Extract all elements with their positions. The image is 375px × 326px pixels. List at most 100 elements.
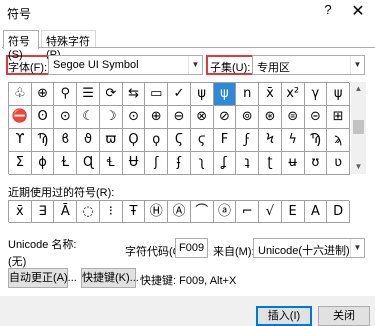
symbol-cell[interactable]: ☽ [99, 106, 123, 129]
symbol-cell[interactable]: x² [281, 83, 305, 106]
symbol-cell[interactable]: Ϝ [213, 129, 237, 152]
font-label: 字体(F): [8, 62, 48, 74]
subset-label: 子集(U): [210, 62, 251, 74]
tab-special-characters[interactable]: 特殊字符(P) [41, 30, 96, 61]
symbol-cell[interactable]: n [236, 83, 260, 106]
chevron-down-icon: ▼ [188, 56, 202, 74]
symbol-cell[interactable]: ϐ [54, 129, 78, 152]
symbol-cell[interactable]: ψ [213, 83, 237, 106]
symbol-cell[interactable]: ✓ [168, 83, 191, 106]
recent-symbol-cell[interactable]: ⌐ [236, 201, 260, 223]
symbol-cell[interactable]: ⚲ [54, 83, 78, 106]
symbol-cell[interactable]: ⊕ [145, 106, 169, 129]
symbol-cell[interactable]: ⊖ [168, 106, 191, 129]
close-window-button[interactable]: ✕ [349, 1, 367, 21]
recent-symbol-cell[interactable]: ⁝ [99, 201, 123, 223]
symbol-cell[interactable]: ɸ [31, 152, 55, 175]
symbol-cell[interactable]: Ɬ [99, 152, 123, 175]
scroll-down-icon[interactable]: ▼ [351, 160, 366, 174]
recent-symbol-cell[interactable]: Ŧ [122, 201, 146, 223]
symbol-cell[interactable]: ϛ [190, 129, 214, 152]
symbol-cell[interactable]: ʘ [31, 106, 55, 129]
symbol-cell[interactable]: Ɋ [77, 152, 100, 175]
symbol-cell[interactable]: ⊚ [236, 106, 260, 129]
symbol-cell[interactable]: Ϡ [304, 129, 328, 152]
recent-symbol-cell[interactable]: x̄ [9, 201, 32, 223]
recent-symbol-cell[interactable]: D [327, 201, 350, 223]
scroll-up-icon[interactable]: ▲ [351, 82, 366, 96]
from-label: 来自(M): [213, 246, 255, 258]
symbol-cell[interactable]: ʃ [145, 152, 169, 175]
symbol-grid-scrollbar[interactable]: ▲ ▼ [351, 82, 366, 174]
close-button[interactable]: 关闭 [318, 306, 370, 326]
symbol-cell[interactable]: ☾ [77, 106, 100, 129]
subset-select[interactable]: 专用区 ▼ [252, 55, 365, 75]
symbol-cell[interactable]: ⊝ [304, 106, 328, 129]
symbol-cell[interactable]: ϖ [99, 129, 123, 152]
from-select[interactable]: Unicode(十六进制) ▼ [253, 238, 365, 258]
symbol-cell[interactable]: ⊞ [327, 106, 350, 129]
font-select[interactable]: Segoe UI Symbol ▼ [48, 55, 203, 75]
symbol-cell[interactable]: ⊜ [281, 106, 305, 129]
recent-symbols-label: 近期使用过的符号(R): [8, 187, 115, 199]
autocorrect-button[interactable]: 自动更正(A)... [8, 268, 77, 288]
recent-symbol-cell[interactable]: ⌒ [190, 201, 214, 223]
recent-symbol-cell[interactable]: E [281, 201, 305, 223]
symbol-cell[interactable]: ʅ [190, 152, 214, 175]
recent-symbol-cell[interactable]: ⓐ [213, 201, 237, 223]
symbol-cell[interactable]: ☰ [77, 83, 100, 106]
symbol-cell[interactable]: ψ [190, 83, 214, 106]
symbol-cell[interactable]: ⊙ [54, 106, 78, 129]
symbol-cell[interactable]: ϙ [145, 129, 169, 152]
symbol-cell[interactable]: ʄ [168, 152, 191, 175]
symbol-cell[interactable]: Ɫ [54, 152, 78, 175]
symbol-cell[interactable]: ʆ [213, 152, 237, 175]
symbol-cell[interactable]: Ϙ [122, 129, 146, 152]
symbol-cell[interactable]: ϡ [327, 129, 350, 152]
symbol-cell[interactable]: ⊙ [122, 106, 146, 129]
symbol-cell[interactable]: ϒ [9, 129, 32, 152]
symbol-cell[interactable]: ϑ [77, 129, 100, 152]
symbol-cell[interactable]: ⊕ [31, 83, 55, 106]
shortcut-key-button[interactable]: 快捷键(K)... [81, 268, 139, 288]
symbol-cell[interactable]: ϝ [236, 129, 260, 152]
symbol-cell[interactable]: Ϛ [168, 129, 191, 152]
symbol-cell[interactable]: ⟳ [99, 83, 123, 106]
unicode-name-label: Unicode 名称: [8, 239, 77, 251]
symbol-cell[interactable]: ▭ [145, 83, 169, 106]
recent-symbol-cell[interactable]: ∃ [31, 201, 55, 223]
symbol-cell[interactable]: ϟ [281, 129, 305, 152]
symbol-cell[interactable]: ⊛ [259, 106, 282, 129]
dialog-title: 符号 [7, 7, 32, 21]
symbol-cell[interactable]: ⛔ [9, 106, 32, 129]
recent-symbol-cell[interactable]: Ā [54, 201, 78, 223]
recent-symbol-cell[interactable]: ◌ [77, 201, 100, 223]
symbol-cell[interactable]: x̄ [259, 83, 282, 106]
symbol-cell[interactable]: ʉ [281, 152, 305, 175]
recent-symbol-cell[interactable]: A [304, 201, 328, 223]
symbol-cell[interactable]: ♧ [9, 83, 32, 106]
scrollbar-thumb[interactable] [353, 120, 364, 134]
symbol-cell[interactable]: ψ [327, 83, 350, 106]
help-button[interactable]: ? [320, 2, 336, 20]
font-value: Segoe UI Symbol [53, 59, 139, 71]
symbol-cell[interactable]: ʈ [259, 152, 282, 175]
symbol-cell[interactable]: Ʉ [122, 152, 146, 175]
symbol-cell[interactable]: Ϡ [31, 129, 55, 152]
symbol-cell[interactable]: ʊ [304, 152, 328, 175]
insert-button[interactable]: 插入(I) [256, 306, 312, 326]
symbol-cell[interactable]: ⊘ [213, 106, 237, 129]
symbol-cell[interactable]: ⇆ [122, 83, 146, 106]
symbol-cell[interactable]: Ʃ [9, 152, 32, 175]
symbol-cell[interactable]: γ [304, 83, 328, 106]
symbol-cell[interactable]: Ϟ [259, 129, 282, 152]
symbol-cell[interactable]: ⊗ [190, 106, 214, 129]
recent-symbol-cell[interactable]: √ [259, 201, 282, 223]
symbol-cell[interactable]: ʋ [327, 152, 350, 175]
tab-strip: 符号(S) 特殊字符(P) [0, 30, 375, 61]
tab-symbols[interactable]: 符号(S) [3, 30, 39, 61]
recent-symbol-cell[interactable]: Ⓐ [168, 201, 191, 223]
symbol-cell[interactable]: ʇ [236, 152, 260, 175]
char-code-input[interactable]: F009 [175, 238, 208, 258]
recent-symbol-cell[interactable]: Ⓗ [145, 201, 169, 223]
